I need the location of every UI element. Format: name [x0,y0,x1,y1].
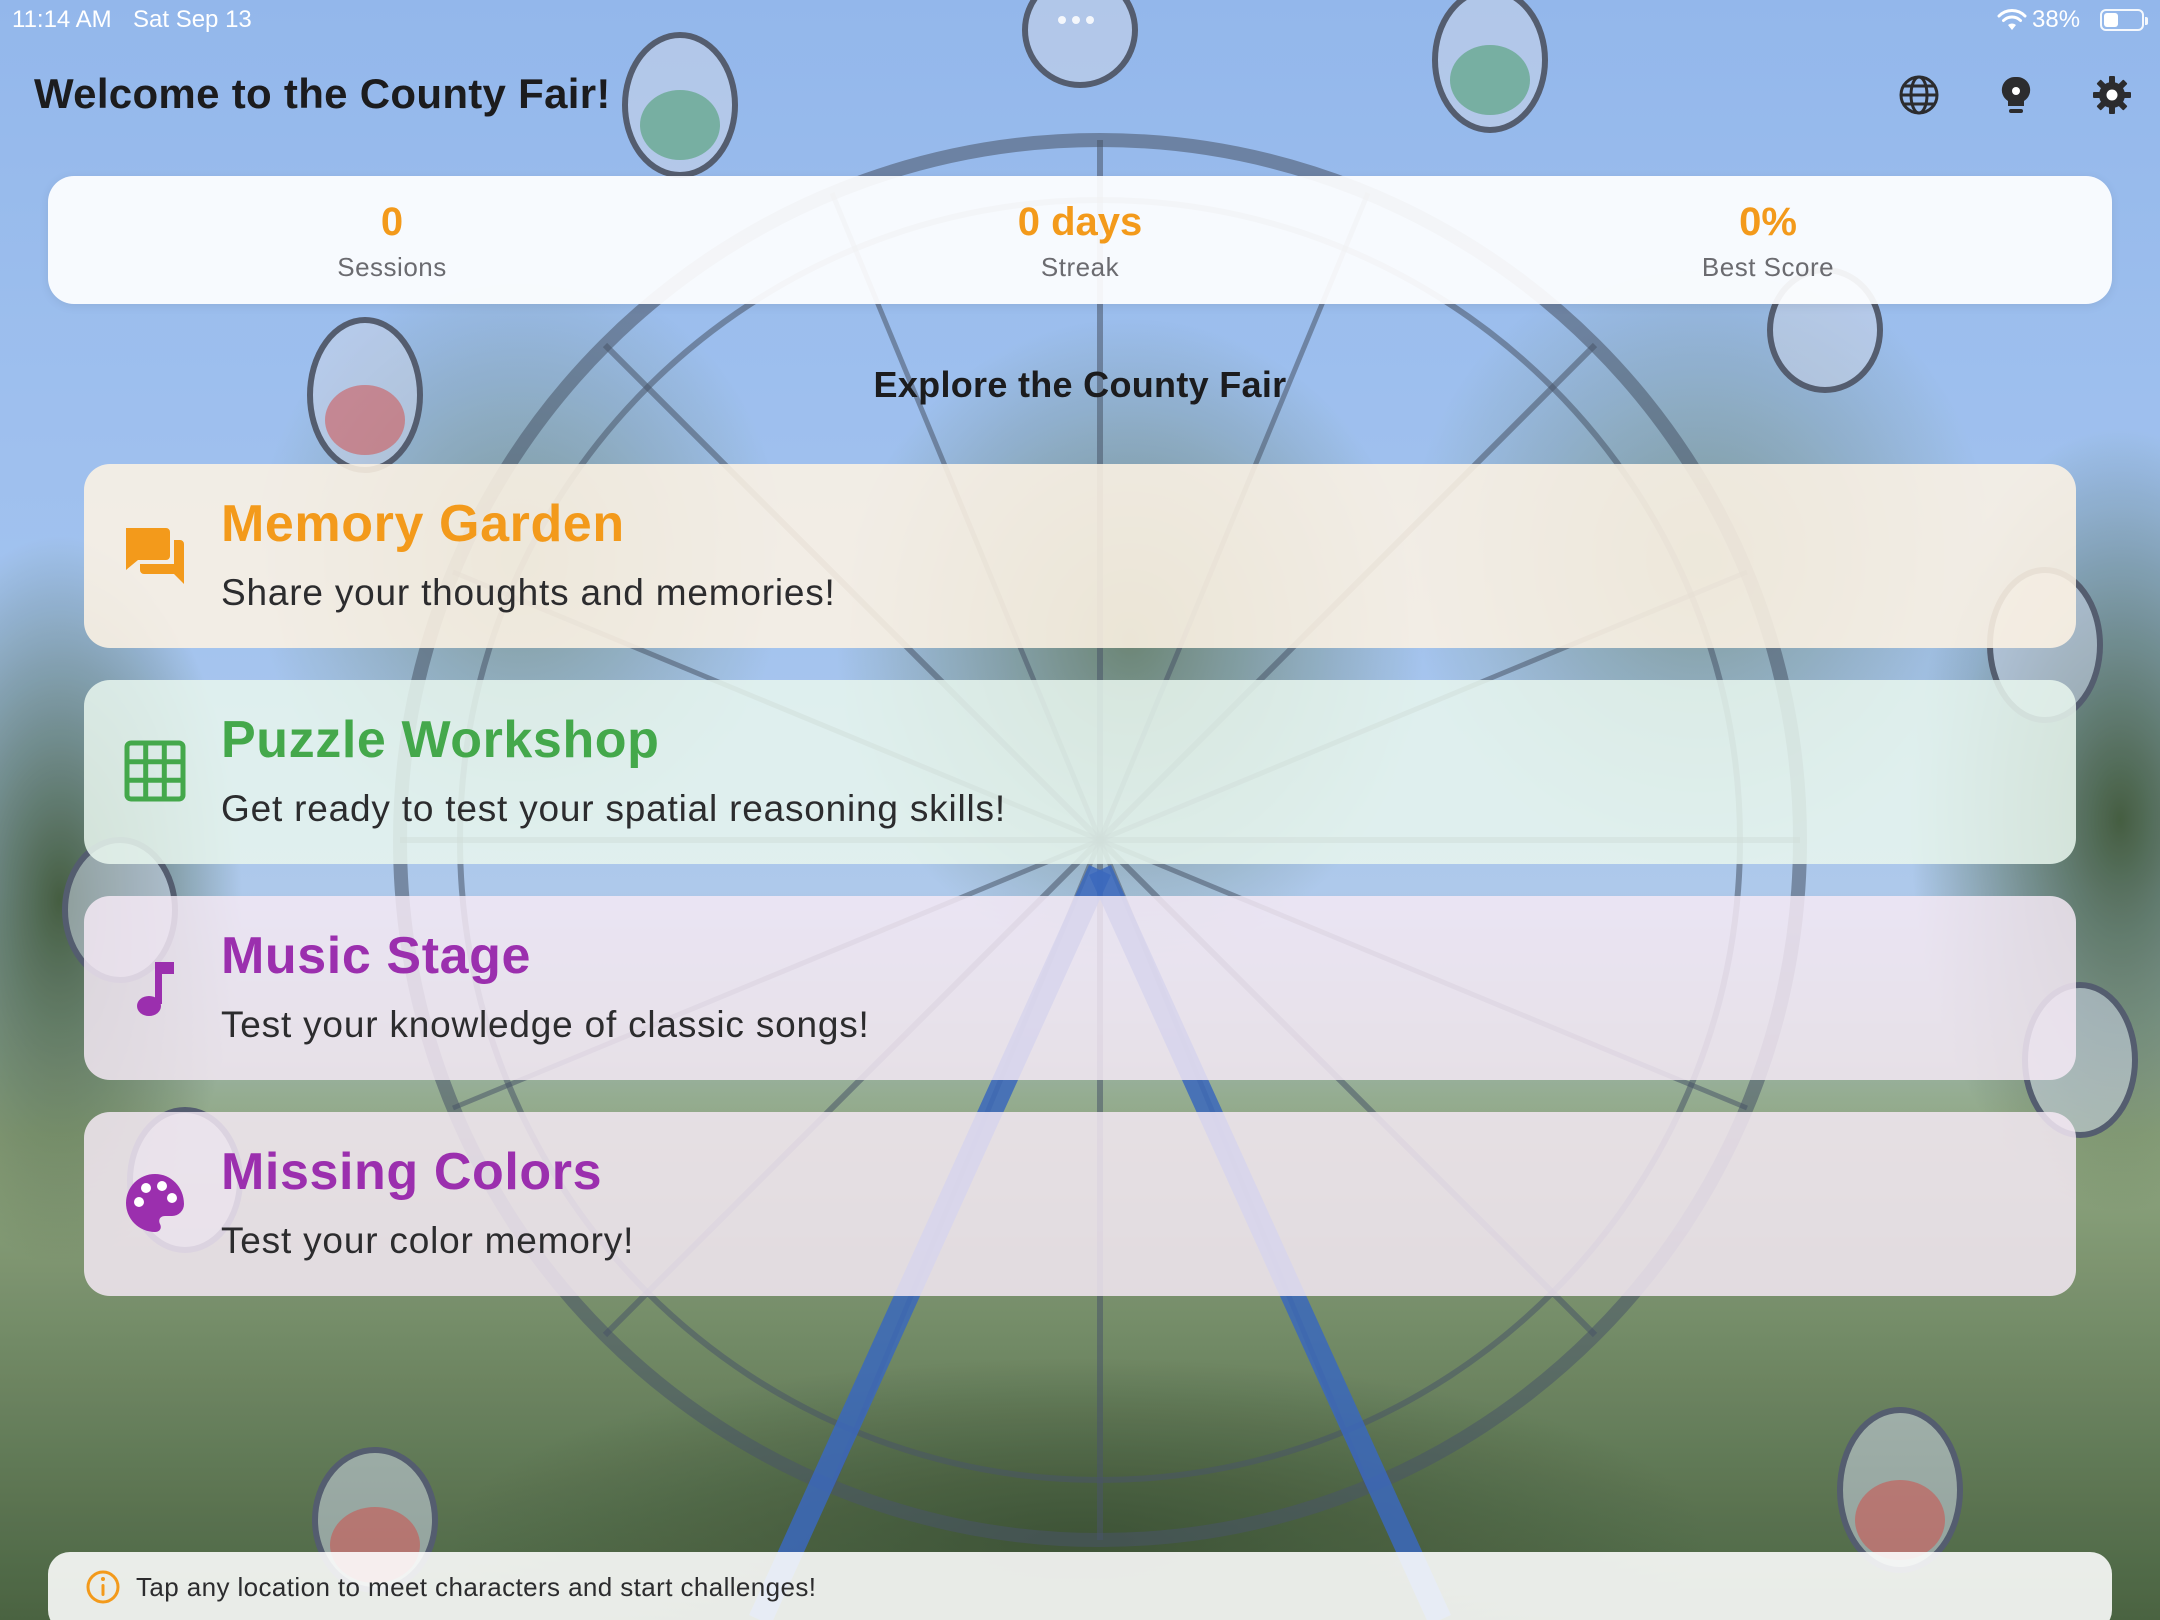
stat-value: 0 [380,199,404,244]
tip-text: Tap any location to meet characters and … [136,1572,817,1602]
stat-label: Sessions [337,251,447,282]
stat-label: Streak [1040,251,1120,282]
grid-icon [120,736,190,806]
activity-description: Get ready to test your spatial reasoning… [221,788,1006,829]
activity-card-missing-colors[interactable]: Missing Colors Test your color memory! [84,1112,2076,1296]
status-time: 11:14 AM [12,6,112,33]
activity-description: Test your knowledge of classic songs! [221,1004,870,1045]
activity-title: Memory Garden [221,495,625,553]
info-icon [86,1570,120,1604]
battery-icon [2100,9,2148,31]
activity-description: Test your color memory! [221,1220,635,1261]
activity-card-memory-garden[interactable]: Memory Garden Share your thoughts and me… [84,464,2076,648]
tip-banner: Tap any location to meet characters and … [48,1552,2112,1620]
chat-bubbles-icon [120,520,190,590]
stat-best-score: 0% Best Score [1518,198,2018,283]
activity-card-puzzle-workshop[interactable]: Puzzle Workshop Get ready to test your s… [84,680,2076,864]
status-bar: 11:14 AM Sat Sep 13 38% [0,0,2160,40]
music-note-icon [120,952,190,1022]
activity-title: Puzzle Workshop [221,711,660,769]
stat-label: Best Score [1701,251,1835,282]
stat-value: 0 days [1017,199,1143,244]
page-title: Welcome to the County Fair! [34,70,611,117]
multitasking-dots[interactable] [1058,16,1094,24]
globe-icon[interactable] [1894,70,1944,120]
stats-card: 0 Sessions 0 days Streak 0% Best Score [48,176,2112,304]
status-date: Sat Sep 13 [133,6,252,33]
stat-streak: 0 days Streak [830,198,1330,283]
wifi-icon [1997,9,2027,30]
activity-description: Share your thoughts and memories! [221,572,836,613]
stat-value: 0% [1739,199,1797,244]
palette-icon [120,1168,190,1238]
activity-title: Music Stage [221,927,532,985]
lightbulb-icon[interactable] [1991,70,2041,120]
battery-percent: 38% [2032,6,2081,33]
gear-icon[interactable] [2087,70,2137,120]
section-title: Explore the County Fair [873,364,1287,405]
activity-card-music-stage[interactable]: Music Stage Test your knowledge of class… [84,896,2076,1080]
activity-title: Missing Colors [221,1143,603,1201]
stat-sessions: 0 Sessions [142,198,642,283]
